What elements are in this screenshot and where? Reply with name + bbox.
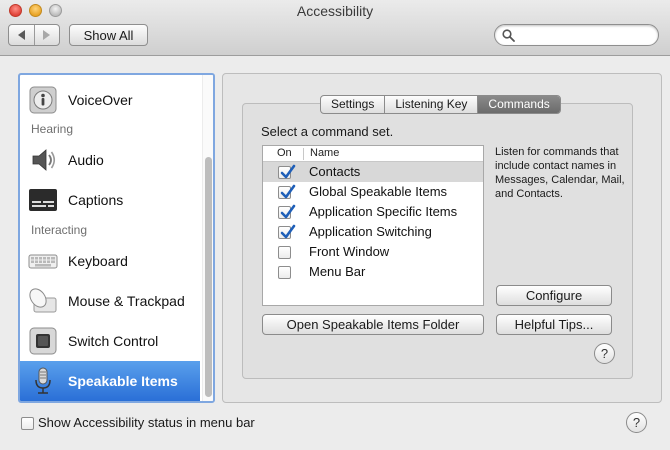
window-help-button[interactable]: ? (626, 412, 647, 433)
sidebar-item-label: Keyboard (68, 253, 128, 269)
section-header-hearing: Hearing (31, 122, 74, 136)
table-row[interactable]: Application Specific Items (263, 202, 483, 222)
sidebar-item-label: Speakable Items (68, 373, 178, 389)
row-name: Front Window (309, 244, 390, 259)
open-speakable-items-folder-button[interactable]: Open Speakable Items Folder (262, 314, 484, 335)
row-checkbox[interactable] (278, 184, 296, 199)
keyboard-icon (28, 254, 58, 269)
captions-icon (29, 189, 57, 211)
command-set-description: Listen for commands that include contact… (495, 146, 625, 200)
sidebar-item-label: VoiceOver (68, 92, 133, 108)
show-all-button[interactable]: Show All (69, 24, 148, 46)
sidebar-item-switch-control[interactable]: Switch Control (20, 321, 200, 361)
column-header-on[interactable]: On (277, 147, 292, 159)
checkmark-icon (280, 224, 296, 239)
sidebar-item-label: Mouse & Trackpad (68, 293, 185, 309)
back-forward-control (8, 24, 60, 46)
table-row[interactable]: Application Switching (263, 222, 483, 242)
table-row[interactable]: Menu Bar (263, 262, 483, 282)
table-row[interactable]: Contacts (263, 162, 483, 182)
accessibility-window: Accessibility Show All VoiceOver Hearing (0, 0, 670, 450)
sidebar-item-label: Switch Control (68, 333, 159, 349)
row-checkbox[interactable] (278, 266, 291, 279)
sidebar-item-captions[interactable]: Captions (20, 180, 200, 220)
forward-button[interactable] (33, 25, 60, 45)
column-divider (303, 148, 304, 160)
row-name: Menu Bar (309, 264, 366, 279)
tab-listening-key[interactable]: Listening Key (384, 96, 477, 113)
voiceover-icon (29, 86, 57, 114)
sidebar-item-audio[interactable]: Audio (20, 140, 200, 180)
checkmark-icon (280, 204, 296, 219)
row-checkbox[interactable] (278, 246, 291, 259)
sidebar: VoiceOver Hearing Audio Captions Interac… (18, 73, 215, 403)
back-button[interactable] (9, 25, 34, 45)
show-status-label[interactable]: Show Accessibility status in menu bar (38, 415, 255, 430)
row-name: Application Switching (309, 224, 432, 239)
column-header-name[interactable]: Name (310, 147, 339, 159)
sidebar-item-label: Audio (68, 152, 104, 168)
show-status-checkbox[interactable] (21, 417, 34, 430)
command-set-table: On Name Contacts Global Speakable Items … (262, 145, 484, 306)
chevron-left-icon (17, 30, 25, 40)
search-icon (502, 29, 515, 42)
sidebar-item-label: Captions (68, 192, 124, 208)
chevron-right-icon (43, 30, 51, 40)
table-row[interactable]: Global Speakable Items (263, 182, 483, 202)
speaker-icon (32, 149, 56, 171)
tab-bar: Settings Listening Key Commands (320, 95, 561, 114)
row-name: Contacts (309, 164, 361, 179)
window-title: Accessibility (296, 3, 374, 19)
command-set-instruction: Select a command set. (261, 124, 394, 139)
sidebar-item-voiceover[interactable]: VoiceOver (20, 80, 200, 120)
row-checkbox[interactable] (278, 224, 296, 239)
checkmark-icon (280, 184, 296, 199)
sidebar-item-speakable-items[interactable]: Speakable Items (20, 361, 200, 401)
sidebar-item-keyboard[interactable]: Keyboard (20, 241, 200, 281)
microphone-icon (35, 367, 51, 394)
helpful-tips-button[interactable]: Helpful Tips... (496, 314, 612, 335)
tab-commands[interactable]: Commands (477, 96, 560, 113)
row-checkbox[interactable] (278, 164, 296, 179)
sidebar-item-mouse-trackpad[interactable]: Mouse & Trackpad (20, 281, 200, 321)
panel-help-button[interactable]: ? (594, 343, 615, 364)
configure-button[interactable]: Configure (496, 285, 612, 306)
tab-settings[interactable]: Settings (321, 96, 384, 113)
search-input[interactable] (494, 24, 659, 46)
switch-control-icon (29, 327, 57, 355)
table-header: On Name (263, 146, 483, 162)
checkmark-icon (280, 164, 296, 179)
table-row[interactable]: Front Window (263, 242, 483, 262)
sidebar-scroll-thumb[interactable] (205, 157, 212, 397)
section-header-interacting: Interacting (31, 223, 88, 237)
row-name: Global Speakable Items (309, 184, 448, 199)
mouse-icon (29, 288, 57, 313)
titlebar: Accessibility Show All (0, 0, 670, 56)
row-name: Application Specific Items (309, 204, 458, 219)
row-checkbox[interactable] (278, 204, 296, 219)
